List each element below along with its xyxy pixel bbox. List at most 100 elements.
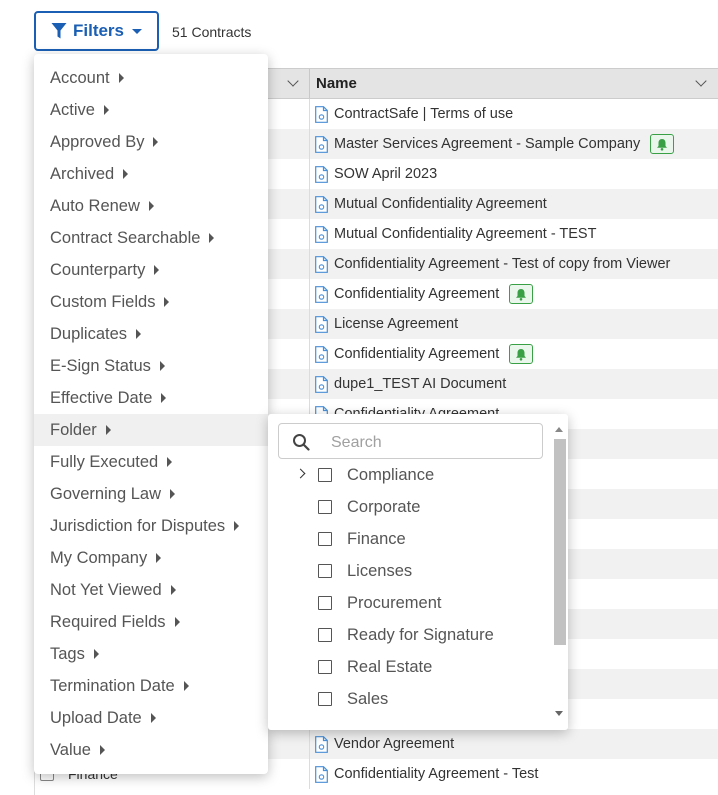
folder-checkbox[interactable] <box>318 660 332 674</box>
document-icon <box>315 135 328 153</box>
document-icon <box>315 105 328 123</box>
filter-item-folder[interactable]: Folder <box>34 414 268 446</box>
bell-icon[interactable] <box>509 284 534 304</box>
filter-item-label: Tags <box>50 644 85 663</box>
column-header-name[interactable]: Name <box>310 69 718 98</box>
contract-count: 51 Contracts <box>172 24 252 40</box>
folder-submenu: Compliance Corporate Finance Licenses Procur… <box>268 414 568 730</box>
filter-item-termination-date[interactable]: Termination Date <box>34 670 268 702</box>
filter-item-contract-searchable[interactable]: Contract Searchable <box>34 222 268 254</box>
contract-name-cell[interactable]: Confidentiality Agreement - Test of copy… <box>315 249 670 279</box>
contract-name-cell[interactable]: Mutual Confidentiality Agreement - TEST <box>315 219 596 249</box>
filter-item-counterparty[interactable]: Counterparty <box>34 254 268 286</box>
chevron-down-icon[interactable] <box>695 75 707 87</box>
caret-right-icon <box>209 233 215 243</box>
folder-option-procurement[interactable]: Procurement <box>268 587 553 619</box>
filter-item-label: E-Sign Status <box>50 356 151 375</box>
document-icon <box>315 345 328 363</box>
caret-down-icon <box>132 28 143 34</box>
filter-item-tags[interactable]: Tags <box>34 638 268 670</box>
contract-name[interactable]: Confidentiality Agreement <box>334 346 499 362</box>
caret-right-icon <box>156 553 162 563</box>
filter-item-effective-date[interactable]: Effective Date <box>34 382 268 414</box>
folder-checkbox[interactable] <box>318 532 332 546</box>
column-divider <box>309 339 310 369</box>
folder-search[interactable] <box>278 423 543 459</box>
chevron-down-icon[interactable] <box>287 75 299 87</box>
contract-name[interactable]: Vendor Agreement <box>334 736 454 752</box>
contract-name-cell[interactable]: Confidentiality Agreement <box>315 279 534 309</box>
folder-checkbox[interactable] <box>318 596 332 610</box>
filter-item-label: Folder <box>50 420 97 439</box>
filter-item-active[interactable]: Active <box>34 94 268 126</box>
folder-checkbox[interactable] <box>318 692 332 706</box>
filter-item-account[interactable]: Account <box>34 62 268 94</box>
column-divider <box>309 309 310 339</box>
scroll-up-arrow-icon[interactable] <box>555 427 563 432</box>
filter-item-archived[interactable]: Archived <box>34 158 268 190</box>
contract-name[interactable]: License Agreement <box>334 316 458 332</box>
filter-item-my-company[interactable]: My Company <box>34 542 268 574</box>
chevron-right-icon[interactable] <box>295 468 306 479</box>
filter-item-value[interactable]: Value <box>34 734 268 766</box>
filter-item-upload-date[interactable]: Upload Date <box>34 702 268 734</box>
contract-name-cell[interactable]: Confidentiality Agreement - Test <box>315 759 538 789</box>
document-icon <box>315 255 328 273</box>
filter-item-label: Archived <box>50 164 115 183</box>
bell-icon[interactable] <box>650 134 675 154</box>
contract-name[interactable]: Mutual Confidentiality Agreement - TEST <box>334 226 596 242</box>
column-divider <box>309 729 310 759</box>
folder-checkbox[interactable] <box>318 564 332 578</box>
filter-item-label: Fully Executed <box>50 452 159 471</box>
folder-option-corporate[interactable]: Corporate <box>268 491 553 523</box>
filter-item-e-sign-status[interactable]: E-Sign Status <box>34 350 268 382</box>
contract-name-cell[interactable]: Vendor Agreement <box>315 729 454 759</box>
contract-name[interactable]: ContractSafe | Terms of use <box>334 106 513 122</box>
contract-name[interactable]: Mutual Confidentiality Agreement <box>334 196 547 212</box>
scrollbar[interactable] <box>552 422 568 722</box>
contract-name[interactable]: Master Services Agreement - Sample Compa… <box>334 136 640 152</box>
bell-icon[interactable] <box>509 344 534 364</box>
contract-name[interactable]: Confidentiality Agreement - Test <box>334 766 538 782</box>
folder-checkbox[interactable] <box>318 468 332 482</box>
folder-option-licenses[interactable]: Licenses <box>268 555 553 587</box>
contract-name-cell[interactable]: ContractSafe | Terms of use <box>315 99 513 129</box>
scroll-down-arrow-icon[interactable] <box>555 711 563 716</box>
folder-checkbox[interactable] <box>318 500 332 514</box>
contract-name[interactable]: SOW April 2023 <box>334 166 437 182</box>
filters-button[interactable]: Filters <box>34 11 159 51</box>
caret-right-icon <box>153 137 159 147</box>
filter-item-required-fields[interactable]: Required Fields <box>34 606 268 638</box>
filter-item-not-yet-viewed[interactable]: Not Yet Viewed <box>34 574 268 606</box>
filter-item-duplicates[interactable]: Duplicates <box>34 318 268 350</box>
folder-checkbox[interactable] <box>318 628 332 642</box>
filter-item-label: Not Yet Viewed <box>50 580 162 599</box>
contract-name[interactable]: Confidentiality Agreement <box>334 286 499 302</box>
folder-option-compliance[interactable]: Compliance <box>268 459 553 491</box>
folder-option-real-estate[interactable]: Real Estate <box>268 651 553 683</box>
contract-name-cell[interactable]: License Agreement <box>315 309 458 339</box>
filter-item-jurisdiction-for-disputes[interactable]: Jurisdiction for Disputes <box>34 510 268 542</box>
filter-item-auto-renew[interactable]: Auto Renew <box>34 190 268 222</box>
caret-right-icon <box>148 201 154 211</box>
contract-name-cell[interactable]: Master Services Agreement - Sample Compa… <box>315 129 675 159</box>
contract-name-cell[interactable]: Mutual Confidentiality Agreement <box>315 189 547 219</box>
contract-name-cell[interactable]: Confidentiality Agreement <box>315 339 534 369</box>
filters-label: Filters <box>72 21 125 40</box>
caret-right-icon <box>169 489 175 499</box>
filter-item-fully-executed[interactable]: Fully Executed <box>34 446 268 478</box>
filter-item-approved-by[interactable]: Approved By <box>34 126 268 158</box>
document-icon <box>315 765 328 783</box>
scrollbar-thumb[interactable] <box>554 439 566 645</box>
contract-name[interactable]: dupe1_TEST AI Document <box>334 376 506 392</box>
folder-option-sales[interactable]: Sales <box>268 683 553 715</box>
filter-item-custom-fields[interactable]: Custom Fields <box>34 286 268 318</box>
folder-search-input[interactable] <box>329 431 533 455</box>
filter-item-governing-law[interactable]: Governing Law <box>34 478 268 510</box>
folder-label: Real Estate <box>347 658 433 676</box>
contract-name-cell[interactable]: SOW April 2023 <box>315 159 437 189</box>
folder-option-ready-for-signature[interactable]: Ready for Signature <box>268 619 553 651</box>
contract-name[interactable]: Confidentiality Agreement - Test of copy… <box>334 256 670 272</box>
contract-name-cell[interactable]: dupe1_TEST AI Document <box>315 369 506 399</box>
folder-option-finance[interactable]: Finance <box>268 523 553 555</box>
